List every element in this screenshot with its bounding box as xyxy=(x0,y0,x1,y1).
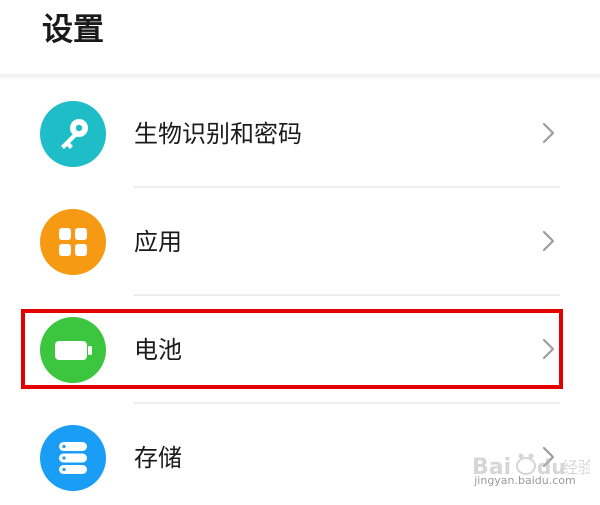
highlight-box xyxy=(21,309,563,389)
settings-item-apps[interactable]: 应用 xyxy=(0,188,600,296)
storage-icon xyxy=(40,425,106,491)
settings-item-label: 生物识别和密码 xyxy=(134,120,302,148)
key-icon xyxy=(40,101,106,167)
settings-item-label: 应用 xyxy=(134,228,182,256)
page-title: 设置 xyxy=(42,12,104,48)
settings-item-biometrics[interactable]: 生物识别和密码 xyxy=(0,80,600,188)
watermark-url: jingyan.baidu.com xyxy=(474,474,576,487)
apps-grid-icon xyxy=(40,209,106,275)
chevron-right-icon xyxy=(542,230,555,252)
baidu-jingyan-watermark-icon: Bai du 经验 xyxy=(472,453,590,480)
settings-screen: 设置 生物识别和密码 应用 电池 存储 Bai du 经验 jingyan.ba… xyxy=(0,0,600,505)
chevron-right-icon xyxy=(542,122,555,144)
header: 设置 xyxy=(0,0,600,76)
settings-item-label: 存储 xyxy=(134,444,182,472)
